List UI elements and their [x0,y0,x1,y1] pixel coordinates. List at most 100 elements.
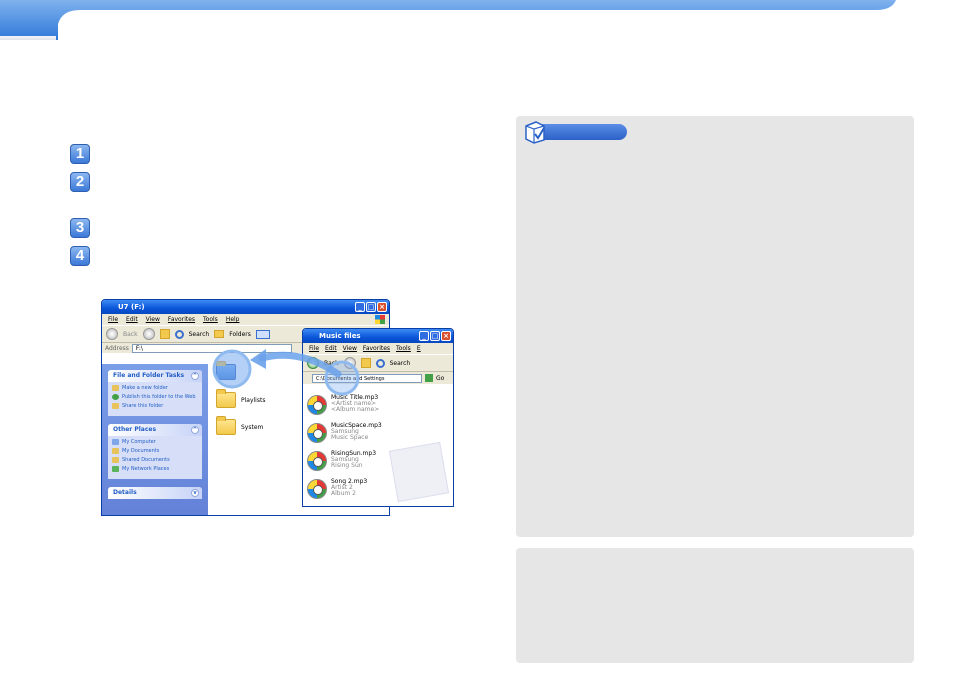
secondary-note-panel [516,548,914,663]
views-icon[interactable] [255,329,270,339]
menu-file[interactable]: File [309,343,319,354]
window-title: U7 (F:) [118,303,145,311]
step-badge-1: 1 [70,144,90,164]
media-file-icon [307,451,327,471]
up-folder-icon[interactable] [159,329,170,339]
place-label: My Documents [122,448,160,454]
back-arrow-icon[interactable]: ‹ [106,328,118,340]
step-badge-3: 3 [70,218,90,238]
new-folder-icon [112,385,119,391]
menu-tools[interactable]: Tools [203,314,218,325]
folders-icon[interactable] [214,330,225,338]
folder-item-system[interactable]: System [216,416,263,435]
address-bar: C:\Documents and Settings Go [303,372,453,384]
task-new-folder[interactable]: Make a new folder [112,385,198,392]
checkbox-note-icon [525,121,545,144]
place-shared-documents[interactable]: Shared Documents [112,457,198,464]
media-file-icon [307,395,327,415]
computer-icon [112,439,119,445]
panel-header[interactable]: Other Places ^ [108,424,202,436]
forward-arrow-icon[interactable]: › [343,357,356,369]
collapse-chevron-icon[interactable]: ^ [191,426,199,434]
up-folder-icon[interactable] [360,358,371,368]
search-icon[interactable] [375,358,385,368]
place-my-documents[interactable]: My Documents [112,448,198,455]
search-label[interactable]: Search [390,360,411,367]
minimize-button[interactable]: _ [355,302,365,312]
go-label[interactable]: Go [436,375,444,382]
folder-icon [216,389,236,408]
network-icon [112,466,119,472]
close-button[interactable]: × [377,302,387,312]
search-icon[interactable] [174,329,184,339]
back-label[interactable]: Back [123,331,138,338]
address-field[interactable]: F:\ [131,343,292,353]
other-places-panel: Other Places ^ My Computer My Documents S… [108,424,202,479]
file-item[interactable]: MusicSpace.mp3 Samsung Music Space [307,423,382,443]
window-titlebar[interactable]: U7 (F:) _ □ × [102,300,389,314]
close-button[interactable]: × [441,331,451,341]
shared-folder-icon [112,457,119,463]
menu-help[interactable]: Help [226,314,240,325]
search-label[interactable]: Search [189,331,210,338]
file-folder-tasks-panel: File and Folder Tasks ^ Make a new folder… [108,370,202,416]
maximize-button[interactable]: □ [430,331,440,341]
header-banner [0,0,896,40]
minimize-button[interactable]: _ [419,331,429,341]
media-file-icon [307,423,327,443]
folder-label: Playlists [241,396,266,404]
menu-favorites[interactable]: Favorites [168,314,195,325]
file-album: Rising Sun [331,462,363,469]
step-badge-4: 4 [70,246,90,266]
address-label: Address [105,344,129,352]
windows-logo-icon [375,315,385,324]
menu-tools[interactable]: Tools [396,343,411,354]
task-label: Publish this folder to the Web [122,394,196,400]
step-badge-2: 2 [70,172,90,192]
folders-label[interactable]: Folders [229,331,251,338]
forward-arrow-icon[interactable]: › [142,328,155,340]
toolbar: ‹ Back › Search [303,354,453,372]
globe-icon [112,394,119,400]
panel-title: Details [113,489,137,496]
menu-bar: File Edit View Favorites Tools E [303,343,453,354]
cd-watermark-icon [388,441,450,503]
menu-favorites[interactable]: Favorites [363,343,390,354]
menu-file[interactable]: File [108,314,118,325]
expand-chevron-icon[interactable]: v [191,489,199,497]
documents-folder-icon [112,448,119,454]
menu-view[interactable]: View [146,314,160,325]
details-panel: Details v [108,487,202,499]
task-share-folder[interactable]: Share this folder [112,403,198,410]
menu-edit[interactable]: Edit [325,343,337,354]
file-item[interactable]: Music Title.mp3 <Artist name> <Album name> [307,395,379,415]
menu-overflow[interactable]: E [417,343,421,354]
task-pane: File and Folder Tasks ^ Make a new folder… [102,364,208,515]
media-file-icon [307,479,327,499]
file-item[interactable]: RisingSun.mp3 Samsung Rising Sun [307,451,376,471]
panel-header[interactable]: Details v [108,487,202,499]
menu-bar: File Edit View Favorites Tools Help [102,314,389,325]
back-arrow-icon[interactable]: ‹ [307,357,319,369]
folder-item-new[interactable] [216,361,236,380]
explorer-window-music: Music files _ □ × File Edit View Favorit… [302,328,454,507]
task-publish-web[interactable]: Publish this folder to the Web [112,394,198,401]
collapse-chevron-icon[interactable]: ^ [191,372,199,380]
place-label: Shared Documents [122,457,170,463]
go-arrow-icon[interactable] [425,374,433,382]
window-titlebar[interactable]: Music files _ □ × [303,329,453,343]
file-album: <Album name> [331,406,380,413]
note-panel [516,116,914,537]
back-label[interactable]: Back [324,360,339,367]
maximize-button[interactable]: □ [366,302,376,312]
folder-item-playlists[interactable]: Playlists [216,389,266,408]
menu-edit[interactable]: Edit [126,314,138,325]
menu-view[interactable]: View [343,343,357,354]
panel-header[interactable]: File and Folder Tasks ^ [108,370,202,382]
address-field[interactable]: C:\Documents and Settings [312,373,422,383]
window-title: Music files [319,332,361,340]
file-item[interactable]: Song 2.mp3 Artist 2 Album 2 [307,479,367,499]
place-my-computer[interactable]: My Computer [112,439,198,446]
share-folder-icon [112,403,119,409]
place-network[interactable]: My Network Places [112,466,198,473]
